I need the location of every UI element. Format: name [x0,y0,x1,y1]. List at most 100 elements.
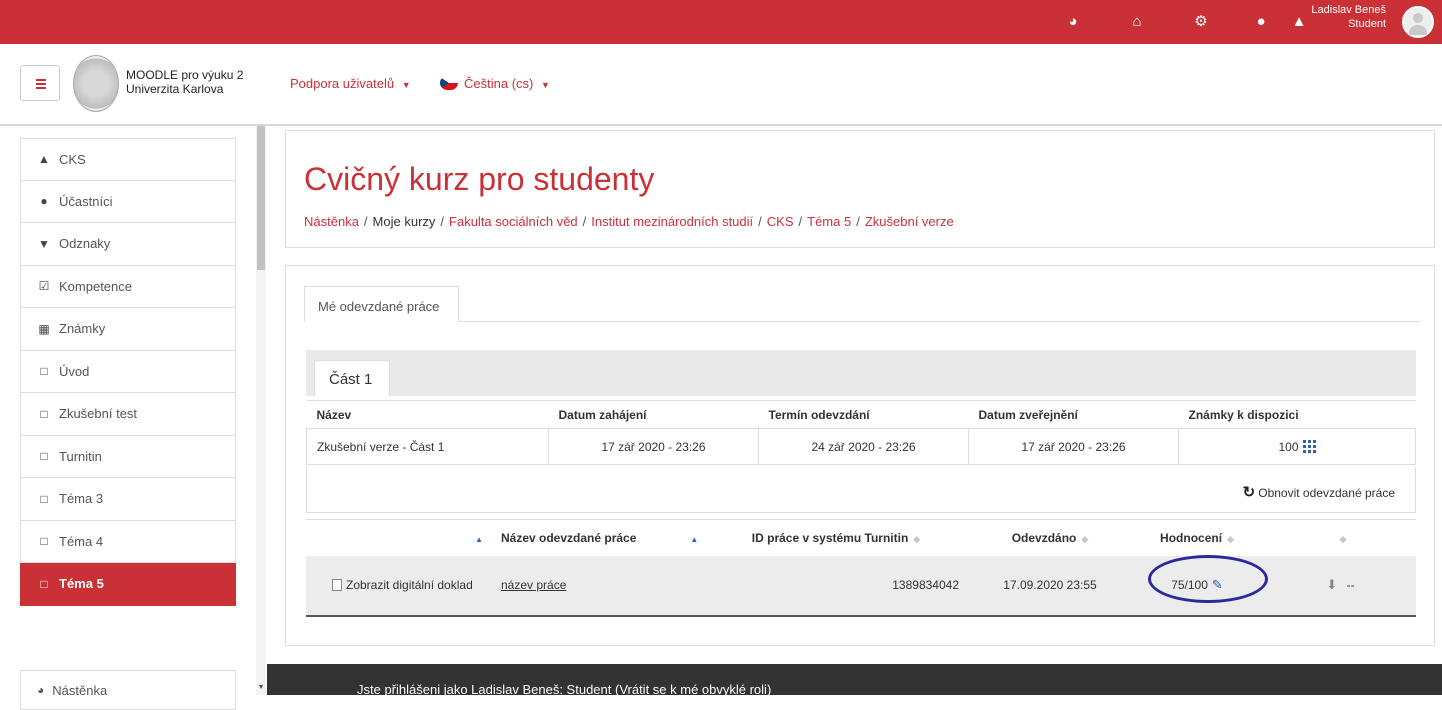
sort-asc-icon: ▲ [475,534,483,544]
sidebar-item-turnitin[interactable]: □ Turnitin [20,435,236,478]
folder-icon: □ [40,364,48,379]
submission-title-cell: název práce [491,555,701,617]
home-icon[interactable]: ⌂ [1128,13,1146,31]
extra-value: -- [1346,578,1355,592]
sidebar-item-label: Účastníci [59,193,113,209]
sidebar-item-grades[interactable]: ▦ Známky [20,308,236,351]
site-name-line2: Univerzita Karlova [126,82,224,96]
menu-toggle-button[interactable] [20,65,60,101]
avatar[interactable] [1402,6,1434,38]
sort-icon: ◆ [1227,533,1234,544]
refresh-submissions-button[interactable]: ↻ Obnovit odevzdané práce [1243,483,1395,501]
support-menu[interactable]: Podpora uživatelů ▼ [290,76,411,91]
sidebar-item-topic-3[interactable]: □ Téma 3 [20,478,236,521]
column-header: Termín odevzdání [758,400,969,429]
refresh-icon: ↻ [1242,484,1256,501]
table-icon: ▦ [38,321,50,336]
breadcrumb-item[interactable]: Institut mezinárodních studií [591,214,753,229]
column-header: Odevzdáno [1011,530,1077,545]
folder-icon: □ [40,406,48,421]
sort-column-header[interactable]: Odevzdáno ◆ [971,519,1129,556]
sidebar-item-label: Téma 3 [59,491,104,507]
sort-column-header[interactable]: Název odevzdané práce ▲ [491,519,701,556]
university-logo[interactable] [73,55,119,112]
sidebar-item-label: Téma 5 [59,576,104,592]
sort-icon: ◆ [1081,533,1089,544]
max-grade: 100 [1278,439,1299,454]
scroll-down-arrow-icon[interactable]: ▼ [257,684,265,691]
sidebar-item-participants[interactable]: ● Účastníci [20,180,236,223]
sidebar-scrollbar-thumb[interactable] [257,126,265,270]
site-name[interactable]: MOODLE pro výuku 2 Univerzita Karlova [126,68,243,96]
bell-icon[interactable]: ▲ [1290,13,1308,31]
column-header: Známky k dispozici [1178,400,1416,429]
column-header: ID práce v systému Turnitin [751,530,909,545]
sidebar-item-intro[interactable]: □ Úvod [20,350,236,393]
part-name: Zkušební verze - Část 1 [306,428,549,465]
language-menu[interactable]: Čeština (cs) ▼ [440,76,550,91]
user-role: Student [1348,18,1386,30]
sidebar-item-dashboard[interactable]: ◕ Nástěnka [20,670,236,710]
breadcrumb-item[interactable]: Téma 5 [807,214,851,229]
sort-column-header[interactable]: ID práce v systému Turnitin ◆ [701,519,971,556]
sidebar-item-test[interactable]: □ Zkušební test [20,393,236,436]
table-header-row: Název Datum zahájení Termín odevzdání Da… [306,400,1416,429]
refresh-label: Obnovit odevzdané práce [1258,486,1395,500]
sidebar-item-badges[interactable]: ▼ Odznaky [20,223,236,266]
submission-title-link[interactable]: název práce [501,578,566,592]
dashboard-icon[interactable]: ◕ [1064,13,1082,31]
digital-receipt-link[interactable]: Zobrazit digitální doklad [306,577,491,594]
table-row: Zkušební verze - Část 1 17 zář 2020 - 23… [306,428,1416,465]
folder-icon: □ [40,576,48,591]
caret-down-icon: ▼ [540,80,550,90]
sidebar-item-competencies[interactable]: ☑ Kompetence [20,265,236,308]
max-grade-cell: 100 [1178,428,1416,465]
sort-icon: ◆ [913,533,921,544]
sort-column-header[interactable]: ▲ [306,519,491,556]
parts-table: Název Datum zahájení Termín odevzdání Da… [306,400,1416,465]
support-menu-label: Podpora uživatelů [290,76,395,91]
column-header: Hodnocení [1160,530,1223,545]
sort-column-header[interactable]: ◆ [1265,519,1416,556]
sidebar-item-label: Odznaky [59,236,111,252]
actions-cell: ⬇ -- [1265,555,1416,617]
post-date: 17 zář 2020 - 23:26 [968,428,1179,465]
tab-my-submissions[interactable]: Mé odevzdané práce [304,286,459,322]
graduation-cap-icon: ▲ [38,152,50,167]
sidebar-item-label: Známky [59,321,106,337]
folder-icon: □ [40,534,48,549]
breadcrumb-item[interactable]: CKS [767,214,794,229]
language-menu-label: Čeština (cs) [464,76,534,91]
sidebar-item-cks[interactable]: ▲ CKS [20,138,236,181]
download-icon[interactable]: ⬇ [1326,577,1337,592]
folder-icon: □ [40,491,48,506]
top-bar: ◕ ⌂ ⚙ ● ▲ Ladislav Beneš Student [0,0,1442,44]
chat-icon[interactable]: ● [1252,13,1270,31]
due-date: 24 zář 2020 - 23:26 [758,428,969,465]
checkbox-icon: ☑ [38,279,50,294]
paper-id: 1389834042 [701,555,971,617]
shield-icon: ▼ [38,236,50,251]
cogs-icon[interactable]: ⚙ [1192,13,1210,31]
sidebar-item-topic-5[interactable]: □ Téma 5 [20,563,236,606]
sidebar-item-topic-4[interactable]: □ Téma 4 [20,520,236,563]
part-tab-bar: Část 1 [306,350,1416,396]
grade-highlight-ellipse [1148,555,1268,603]
receipt-cell: Zobrazit digitální doklad [306,555,491,617]
breadcrumb-item[interactable]: Fakulta sociálních věd [449,214,578,229]
page-title: Cvičný kurz pro studenty [304,161,655,197]
breadcrumb-item[interactable]: Nástěnka [304,214,359,229]
sort-column-header[interactable]: Hodnocení ◆ [1129,519,1265,556]
refresh-row: ↻ Obnovit odevzdané práce [306,467,1416,513]
tab-divider [459,321,1420,322]
sidebar-item-label: Úvod [59,363,90,379]
sort-icon: ◆ [1339,533,1347,544]
tab-part-1[interactable]: Část 1 [314,360,390,396]
submitted-date: 17.09.2020 23:55 [971,555,1129,617]
course-navigation: ▲ CKS ● Účastníci ▼ Odznaky ☑ Kompetence… [20,138,236,606]
page-header: Cvičný kurz pro studenty Nástěnka / Moje k… [285,130,1435,248]
breadcrumb-item[interactable]: Zkušební verze [865,214,954,229]
user-name[interactable]: Ladislav Beneš [1311,3,1386,18]
document-icon [332,578,342,591]
grid-icon[interactable] [1302,439,1316,453]
